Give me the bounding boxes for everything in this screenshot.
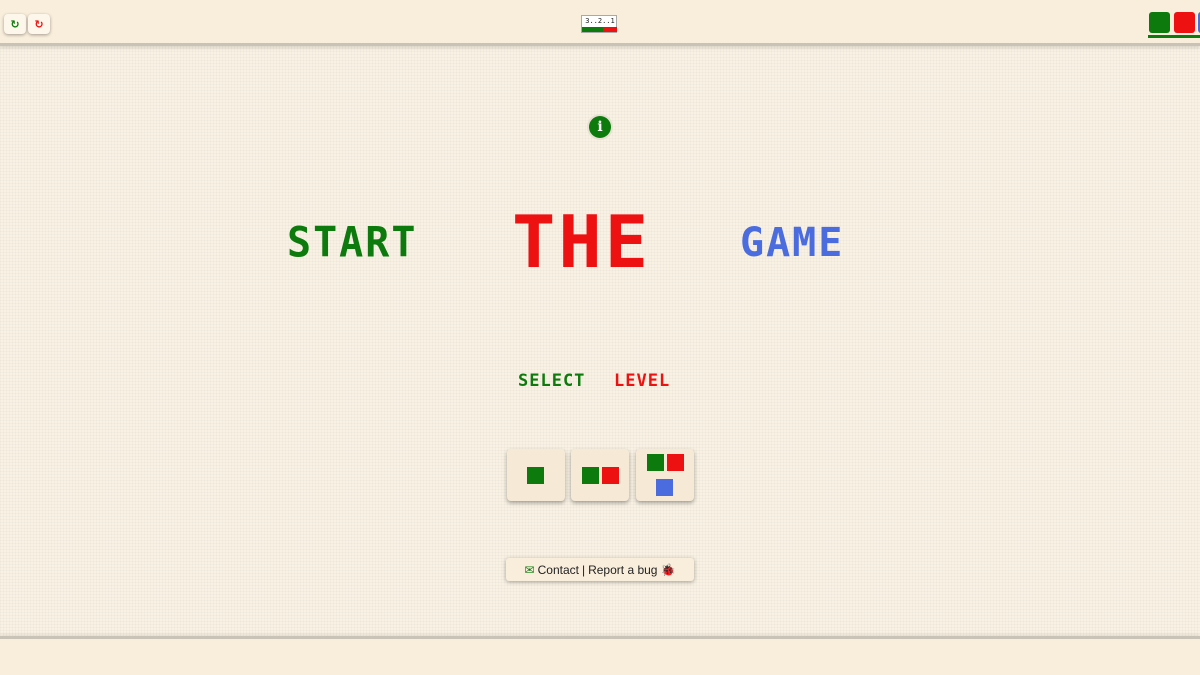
red-refresh-icon: ↻ xyxy=(34,17,44,31)
red-square-icon xyxy=(1174,12,1195,33)
contact-link[interactable]: Contact xyxy=(538,563,579,577)
red-refresh-button[interactable]: ↻ xyxy=(28,14,50,34)
separator: | xyxy=(581,562,586,577)
envelope-icon: ✉ xyxy=(524,562,535,577)
green-refresh-button[interactable]: ↻ xyxy=(4,14,26,34)
red-square-icon xyxy=(602,467,619,484)
level-1-button[interactable] xyxy=(507,449,565,501)
color-squares-indicator[interactable] xyxy=(1148,12,1200,40)
green-square-icon xyxy=(527,467,544,484)
select-label: SELECT xyxy=(518,371,586,391)
green-square-icon xyxy=(582,467,599,484)
info-button[interactable]: i xyxy=(589,116,611,138)
logo-green-bar xyxy=(582,27,603,32)
top-bar: ↻ ↻ 3..2..1 xyxy=(0,0,1200,46)
info-icon: i xyxy=(597,119,603,135)
countdown-logo: 3..2..1 xyxy=(581,15,617,33)
logo-text: 3..2..1 xyxy=(585,17,615,25)
red-square-icon xyxy=(667,454,684,471)
bottom-bar xyxy=(0,636,1200,675)
bug-icon: 🐞 xyxy=(660,562,676,577)
level-2-button[interactable] xyxy=(571,449,629,501)
active-indicator xyxy=(1148,35,1200,38)
report-bug-link[interactable]: Report a bug xyxy=(588,563,657,577)
contact-bar: ✉ Contact | Report a bug 🐞 xyxy=(506,558,694,581)
green-square-icon xyxy=(1149,12,1170,33)
title-game: GAME xyxy=(740,220,845,266)
title-the: THE xyxy=(512,200,652,284)
green-refresh-icon: ↻ xyxy=(10,17,20,31)
level-3-button[interactable] xyxy=(636,449,694,501)
blue-square-icon xyxy=(656,479,673,496)
level-label: LEVEL xyxy=(614,371,671,391)
logo-red-bar xyxy=(603,27,617,32)
green-square-icon xyxy=(647,454,664,471)
title-start: START xyxy=(287,218,418,268)
